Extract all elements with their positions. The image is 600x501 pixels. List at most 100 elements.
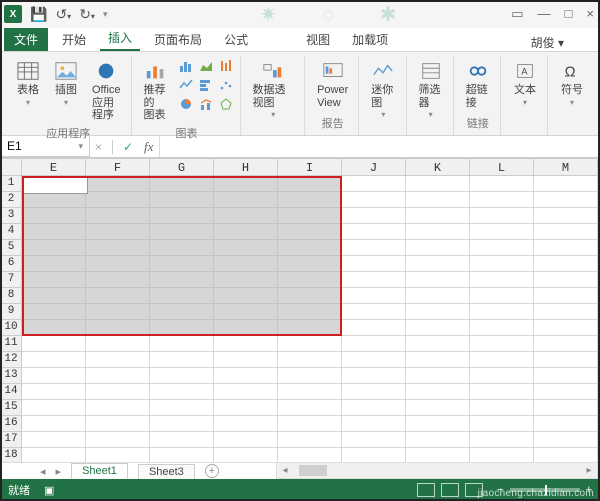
tab-formulas[interactable]: 公式	[216, 28, 256, 51]
radar-chart-icon[interactable]	[218, 96, 234, 112]
row-header[interactable]: 10	[0, 320, 22, 336]
undo-icon[interactable]: ↺▾	[55, 6, 71, 23]
normal-view-icon[interactable]	[417, 483, 435, 497]
horizontal-scrollbar[interactable]: ◂▸	[276, 462, 598, 479]
name-box[interactable]: E1▾	[0, 136, 90, 157]
tab-hidden[interactable]	[262, 45, 292, 51]
watermark: jiaocheng.chazidian.com	[478, 488, 594, 499]
restore-icon[interactable]: □	[565, 6, 573, 22]
group-text: A 文本▾	[503, 56, 548, 135]
sheet-tab[interactable]: Sheet1	[71, 463, 128, 479]
app-icon: X	[4, 5, 22, 23]
page-layout-view-icon[interactable]	[441, 483, 459, 497]
slicer-icon	[419, 60, 443, 82]
formula-input[interactable]	[159, 136, 600, 157]
button-symbol[interactable]: Ω 符号▾	[556, 58, 588, 109]
col-header[interactable]: K	[406, 158, 470, 176]
col-header[interactable]: H	[214, 158, 278, 176]
titlebar: X 💾 ↺▾ ↻▾ ▾ ✷ ◌ ✱ ▭ — □ ×	[0, 0, 600, 28]
col-header[interactable]: G	[150, 158, 214, 176]
tab-insert[interactable]: 插入	[100, 26, 140, 51]
qat-customize-icon[interactable]: ▾	[103, 9, 108, 20]
row-header[interactable]: 2	[0, 192, 22, 208]
button-office-apps[interactable]: Office 应用程序	[88, 58, 125, 124]
row-header[interactable]: 3	[0, 208, 22, 224]
group-charts: 推荐的 图表 图表	[134, 56, 241, 135]
sheet-nav-prev-icon[interactable]: ◂	[40, 465, 46, 478]
row-header[interactable]: 16	[0, 416, 22, 432]
svg-text:Ω: Ω	[565, 65, 576, 81]
hbar-chart-icon[interactable]	[198, 77, 214, 93]
text-icon: A	[513, 60, 537, 82]
decorative-pattern: ✷ ◌ ✱	[260, 2, 417, 27]
ribbon-options-icon[interactable]: ▭	[511, 6, 523, 22]
button-pivot-chart[interactable]: 数据透视图▾	[249, 58, 299, 121]
row-header[interactable]: 11	[0, 336, 22, 352]
tab-page-layout[interactable]: 页面布局	[146, 28, 210, 51]
button-pivot-chart-label: 数据透视图	[253, 84, 295, 109]
row-header[interactable]: 15	[0, 400, 22, 416]
button-text-label: 文本	[514, 84, 536, 97]
row-header[interactable]: 7	[0, 272, 22, 288]
row-header[interactable]: 4	[0, 224, 22, 240]
row-header[interactable]: 12	[0, 352, 22, 368]
account-name[interactable]: 胡俊 ▾	[531, 34, 564, 51]
macro-record-icon[interactable]: ▣	[44, 484, 54, 497]
close-icon[interactable]: ×	[586, 6, 594, 22]
table-icon	[16, 60, 40, 82]
button-symbol-label: 符号	[561, 84, 583, 97]
save-icon[interactable]: 💾	[30, 6, 47, 23]
button-sparklines[interactable]: 迷你图▾	[367, 58, 399, 121]
sheet-tab[interactable]: Sheet3	[138, 464, 195, 479]
button-recommended-charts[interactable]: 推荐的 图表	[140, 58, 172, 124]
formula-bar: E1▾ × ✓ fx	[0, 136, 600, 158]
button-hyperlink[interactable]: 超链接	[462, 58, 494, 111]
group-symbols: Ω 符号▾	[550, 56, 594, 135]
button-picture-label: 插图	[55, 84, 77, 97]
redo-icon[interactable]: ↻▾	[79, 6, 95, 23]
button-text[interactable]: A 文本▾	[509, 58, 541, 109]
tab-view[interactable]: 视图	[298, 28, 338, 51]
confirm-icon[interactable]: ✓	[123, 140, 133, 154]
col-header[interactable]: F	[86, 158, 150, 176]
col-header[interactable]: I	[278, 158, 342, 176]
tab-addins[interactable]: 加载项	[344, 28, 396, 51]
button-slicer[interactable]: 筛选器▾	[415, 58, 447, 121]
row-header[interactable]: 14	[0, 384, 22, 400]
sheet-nav-next-icon[interactable]: ▸	[56, 465, 62, 478]
button-table[interactable]: 表格▾	[12, 58, 44, 109]
group-sparklines: 迷你图▾	[361, 56, 406, 135]
combo-chart-icon[interactable]	[198, 96, 214, 112]
cancel-icon[interactable]: ×	[95, 140, 102, 154]
new-sheet-icon[interactable]: +	[205, 464, 219, 478]
tab-home[interactable]: 开始	[54, 28, 94, 51]
group-links: 超链接 链接	[456, 56, 501, 135]
tab-file[interactable]: 文件	[4, 28, 48, 51]
select-all-corner[interactable]	[0, 158, 22, 176]
pie-chart-icon[interactable]	[178, 96, 194, 112]
row-header[interactable]: 5	[0, 240, 22, 256]
bar-chart-icon[interactable]	[178, 58, 194, 74]
col-header[interactable]: J	[342, 158, 406, 176]
col-header[interactable]: L	[470, 158, 534, 176]
row-header[interactable]: 9	[0, 304, 22, 320]
minimize-icon[interactable]: —	[538, 6, 551, 22]
button-power-view[interactable]: Power View	[313, 58, 352, 111]
stock-chart-icon[interactable]	[218, 58, 234, 74]
col-header[interactable]: E	[22, 158, 86, 176]
cell-area[interactable]	[22, 176, 598, 464]
line-chart-icon[interactable]	[178, 77, 194, 93]
row-header[interactable]: 17	[0, 432, 22, 448]
row-header[interactable]: 6	[0, 256, 22, 272]
button-slicer-label: 筛选器	[419, 84, 443, 109]
scatter-chart-icon[interactable]	[218, 77, 234, 93]
fx-icon[interactable]: fx	[138, 136, 159, 157]
row-header[interactable]: 1	[0, 176, 22, 192]
col-header[interactable]: M	[534, 158, 598, 176]
row-header[interactable]: 8	[0, 288, 22, 304]
chart-icon	[144, 60, 168, 82]
area-chart-icon[interactable]	[198, 58, 214, 74]
button-picture[interactable]: 插图▾	[50, 58, 82, 109]
row-header[interactable]: 13	[0, 368, 22, 384]
button-power-view-label: Power View	[317, 84, 348, 109]
